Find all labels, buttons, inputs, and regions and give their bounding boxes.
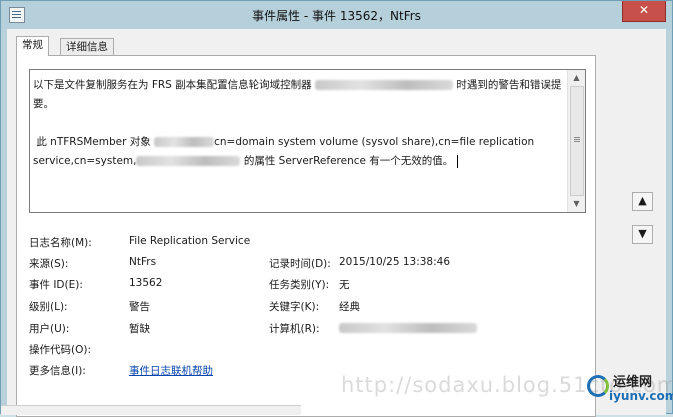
event-description-text: 以下是文件复制服务在为 FRS 副本集配置信息轮询域控制器 时遇到的警告和错误提…	[33, 76, 566, 171]
level-label: 级别(L):	[29, 301, 68, 313]
source-value: NtFrs	[129, 256, 157, 268]
computer-label: 计算机(R):	[269, 323, 320, 335]
opcode-label: 操作代码(O):	[29, 344, 91, 356]
desc-line3-start: 此 nTFRSMember 对象	[36, 136, 155, 148]
title-bar[interactable]: 事件属性 - 事件 13562，NtFrs ✕	[1, 1, 672, 29]
log-name-label: 日志名称(M):	[29, 237, 92, 249]
tab-details[interactable]: 详细信息	[60, 38, 114, 56]
redacted-computer-name	[339, 323, 477, 333]
scroll-down-arrow[interactable]: ▼	[568, 196, 585, 212]
previous-event-button[interactable]: ▲	[632, 192, 653, 211]
task-category-label: 任务类别(Y):	[269, 279, 330, 291]
desc-line3-end: cn=domain system volume (sysvol share),c…	[214, 136, 535, 148]
level-value: 警告	[129, 301, 150, 313]
close-button[interactable]: ✕	[622, 1, 666, 22]
desc-line4-end: 的属性 ServerReference 有一个无效的值。	[240, 155, 454, 167]
event-log-online-help-link[interactable]: 事件日志联机帮助	[129, 363, 213, 378]
site-logo: 运维网 iyunv.com	[579, 369, 673, 409]
window-title: 事件属性 - 事件 13562，NtFrs	[252, 9, 421, 23]
event-description-textbox[interactable]: 以下是文件复制服务在为 FRS 副本集配置信息轮询域控制器 时遇到的警告和错误提…	[29, 69, 586, 213]
logged-label: 记录时间(D):	[269, 258, 331, 270]
more-info-label: 更多信息(I):	[29, 365, 86, 377]
redacted-domain-controller	[315, 80, 454, 90]
source-label: 来源(S):	[29, 258, 69, 270]
scroll-up-arrow[interactable]: ▲	[568, 70, 585, 86]
arrow-down-icon: ▼	[638, 227, 647, 240]
text-caret	[457, 154, 459, 168]
logo-text-domain: iyunv.com	[609, 389, 673, 403]
logo-text-cn: 运维网	[613, 375, 653, 390]
event-id-value: 13562	[129, 277, 163, 289]
scroll-grip-icon	[574, 137, 580, 138]
keywords-label: 关键字(K):	[269, 301, 320, 313]
next-event-button[interactable]: ▼	[632, 225, 653, 244]
computer-value-redacted	[339, 322, 477, 334]
event-properties-window: 事件属性 - 事件 13562，NtFrs ✕ 常规 详细信息 以下是文件复制服…	[0, 0, 673, 417]
tab-general[interactable]: 常规	[16, 36, 49, 56]
task-category-value: 无	[339, 279, 350, 291]
redacted-dn-suffix	[136, 156, 241, 166]
event-id-label: 事件 ID(E):	[29, 279, 83, 291]
logo-mark-icon	[587, 375, 609, 397]
desc-line1-end: 时遇到的警告和错误提	[453, 79, 562, 91]
logged-value: 2015/10/25 13:38:46	[339, 256, 451, 268]
keywords-value: 经典	[339, 301, 360, 313]
desc-line4-start: service,cn=system,	[33, 155, 137, 167]
arrow-up-icon: ▲	[638, 194, 647, 207]
desc-line1-start: 以下是文件复制服务在为 FRS 副本集配置信息轮询域控制器	[33, 79, 316, 91]
general-tab-panel: 以下是文件复制服务在为 FRS 副本集配置信息轮询域控制器 时遇到的警告和错误提…	[16, 55, 596, 417]
scroll-thumb[interactable]	[570, 86, 584, 196]
user-value: 暂缺	[129, 323, 150, 335]
desc-line2: 要。	[33, 98, 54, 110]
user-label: 用户(U):	[29, 323, 70, 335]
dialog-client-area: 常规 详细信息 以下是文件复制服务在为 FRS 副本集配置信息轮询域控制器 时遇…	[7, 29, 666, 417]
log-name-value: File Replication Service	[129, 235, 251, 247]
description-scrollbar[interactable]: ▲ ▼	[567, 70, 585, 212]
redacted-member-name	[154, 137, 215, 147]
